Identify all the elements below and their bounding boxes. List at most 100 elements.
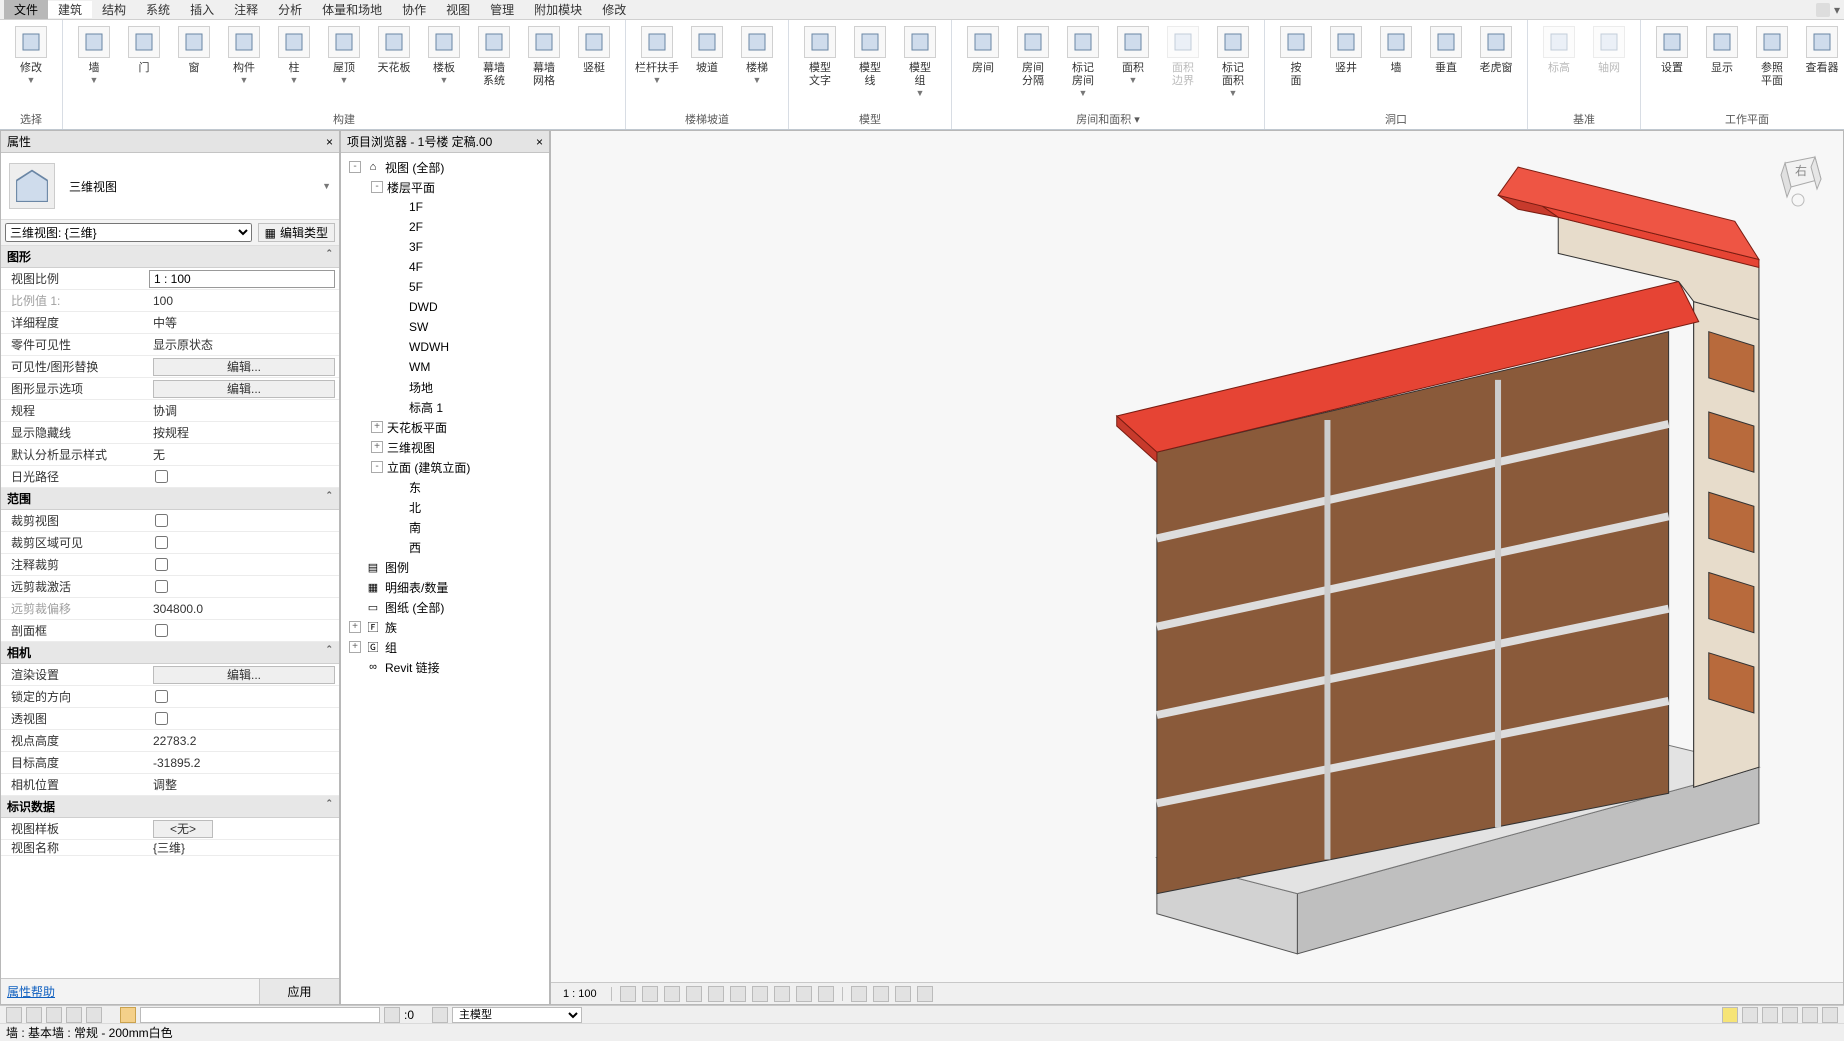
ribbon-room-sep-button[interactable]: 房间 分隔 bbox=[1008, 24, 1058, 109]
property-value[interactable]: 304800.0 bbox=[149, 602, 339, 616]
property-value[interactable]: 编辑... bbox=[149, 666, 339, 684]
select-links-icon[interactable] bbox=[6, 1007, 22, 1023]
select-face-icon[interactable] bbox=[66, 1007, 82, 1023]
menu-tab-管理[interactable]: 管理 bbox=[480, 1, 524, 18]
tree-node[interactable]: +🄶组 bbox=[343, 637, 547, 657]
tree-node[interactable]: WDWH bbox=[343, 337, 547, 357]
menu-tab-附加模块[interactable]: 附加模块 bbox=[524, 1, 592, 18]
ribbon-dormer-button[interactable]: 老虎窗 bbox=[1471, 24, 1521, 109]
type-selector-input[interactable] bbox=[140, 1007, 380, 1023]
properties-help-link[interactable]: 属性帮助 bbox=[1, 979, 259, 1004]
tree-node[interactable]: ∞Revit 链接 bbox=[343, 657, 547, 677]
detail-level-icon[interactable] bbox=[620, 986, 636, 1002]
ribbon-set-button[interactable]: 设置 bbox=[1647, 24, 1697, 109]
menu-tab-结构[interactable]: 结构 bbox=[92, 1, 136, 18]
viewport-3d[interactable]: 右 1 : 100 bbox=[550, 130, 1844, 1005]
menu-tab-视图[interactable]: 视图 bbox=[436, 1, 480, 18]
property-value[interactable] bbox=[149, 270, 335, 288]
ribbon-viewer-button[interactable]: 查看器 bbox=[1797, 24, 1844, 109]
tree-node[interactable]: 4F bbox=[343, 257, 547, 277]
ribbon-ref-plane-button[interactable]: 参照 平面 bbox=[1747, 24, 1797, 109]
drag-elements-icon[interactable] bbox=[86, 1007, 102, 1023]
property-value[interactable]: -31895.2 bbox=[149, 756, 339, 770]
ribbon-railing-button[interactable]: 栏杆扶手▼ bbox=[632, 24, 682, 109]
ribbon-shaft-button[interactable]: 竖井 bbox=[1321, 24, 1371, 109]
sun-path-icon[interactable] bbox=[664, 986, 680, 1002]
ribbon-wall-button[interactable]: 墙▼ bbox=[69, 24, 119, 109]
property-value[interactable] bbox=[149, 558, 339, 571]
analytical-icon[interactable] bbox=[873, 986, 889, 1002]
reveal-hidden-icon[interactable] bbox=[818, 986, 834, 1002]
crop-view-icon[interactable] bbox=[730, 986, 746, 1002]
view-scale-button[interactable]: 1 : 100 bbox=[557, 988, 603, 1000]
box-icon[interactable] bbox=[1816, 3, 1830, 17]
property-value[interactable]: 显示原状态 bbox=[149, 336, 339, 353]
ribbon-ramp-button[interactable]: 坡道 bbox=[682, 24, 732, 109]
property-category[interactable]: 范围⌃ bbox=[1, 488, 339, 510]
warnings-icon[interactable] bbox=[1722, 1007, 1738, 1023]
cloud-icon[interactable] bbox=[1822, 1007, 1838, 1023]
ribbon-door-button[interactable]: 门 bbox=[119, 24, 169, 109]
tree-node[interactable]: 2F bbox=[343, 217, 547, 237]
tree-node[interactable]: WM bbox=[343, 357, 547, 377]
sync-icon[interactable] bbox=[1802, 1007, 1818, 1023]
property-value[interactable] bbox=[149, 514, 339, 527]
workset-icon[interactable] bbox=[432, 1007, 448, 1023]
ribbon-curtain-system-button[interactable]: 幕墙 系统 bbox=[469, 24, 519, 109]
tree-node[interactable]: 东 bbox=[343, 477, 547, 497]
property-category[interactable]: 标识数据⌃ bbox=[1, 796, 339, 818]
property-value[interactable]: 调整 bbox=[149, 776, 339, 793]
properties-instance-select[interactable]: 三维视图: {三维} bbox=[5, 223, 252, 242]
property-value[interactable]: 无 bbox=[149, 446, 339, 463]
ribbon-show-button[interactable]: 显示 bbox=[1697, 24, 1747, 109]
panel-close-icon[interactable]: × bbox=[326, 135, 333, 149]
panel-close-icon[interactable]: × bbox=[536, 135, 543, 149]
editable-only-icon[interactable] bbox=[1742, 1007, 1758, 1023]
help-chevron-icon[interactable]: ▾ bbox=[1834, 3, 1840, 17]
ribbon-by-face-button[interactable]: 按 面 bbox=[1271, 24, 1321, 109]
temporary-hide-icon[interactable] bbox=[796, 986, 812, 1002]
design-options-icon[interactable] bbox=[1782, 1007, 1798, 1023]
ribbon-window-button[interactable]: 窗 bbox=[169, 24, 219, 109]
select-pinned-icon[interactable] bbox=[46, 1007, 62, 1023]
property-value[interactable]: 按规程 bbox=[149, 424, 339, 441]
ribbon-area-button[interactable]: 面积▼ bbox=[1108, 24, 1158, 109]
file-menu[interactable]: 文件 bbox=[4, 0, 48, 19]
menu-tab-分析[interactable]: 分析 bbox=[268, 1, 312, 18]
property-value[interactable]: 22783.2 bbox=[149, 734, 339, 748]
tree-node[interactable]: 1F bbox=[343, 197, 547, 217]
menu-tab-修改[interactable]: 修改 bbox=[592, 1, 636, 18]
ribbon-mullion-button[interactable]: 竖梃 bbox=[569, 24, 619, 109]
property-value[interactable]: 编辑... bbox=[149, 358, 339, 376]
join-icon[interactable] bbox=[384, 1007, 400, 1023]
tree-node[interactable]: -楼层平面 bbox=[343, 177, 547, 197]
properties-apply-button[interactable]: 应用 bbox=[259, 979, 339, 1004]
tree-node[interactable]: 3F bbox=[343, 237, 547, 257]
ribbon-room-button[interactable]: 房间 bbox=[958, 24, 1008, 109]
property-value[interactable] bbox=[149, 624, 339, 637]
property-value[interactable] bbox=[149, 712, 339, 725]
property-value[interactable] bbox=[149, 470, 339, 483]
property-value[interactable]: 协调 bbox=[149, 402, 339, 419]
property-value[interactable]: 100 bbox=[149, 294, 339, 308]
tree-node[interactable]: 北 bbox=[343, 497, 547, 517]
shadows-icon[interactable] bbox=[686, 986, 702, 1002]
tree-node[interactable]: 南 bbox=[343, 517, 547, 537]
expand-icon[interactable]: + bbox=[371, 441, 383, 453]
ribbon-model-group-button[interactable]: 模型 组▼ bbox=[895, 24, 945, 109]
highlight-icon[interactable] bbox=[917, 986, 933, 1002]
property-value[interactable]: 中等 bbox=[149, 314, 339, 331]
ribbon-stair-button[interactable]: 楼梯▼ bbox=[732, 24, 782, 109]
menu-tab-系统[interactable]: 系统 bbox=[136, 1, 180, 18]
property-category[interactable]: 图形⌃ bbox=[1, 246, 339, 268]
tree-node[interactable]: 西 bbox=[343, 537, 547, 557]
filter-icon[interactable] bbox=[120, 1007, 136, 1023]
tree-node[interactable]: +🄵族 bbox=[343, 617, 547, 637]
property-category[interactable]: 相机⌃ bbox=[1, 642, 339, 664]
ribbon-floor-button[interactable]: 楼板▼ bbox=[419, 24, 469, 109]
menu-tab-注释[interactable]: 注释 bbox=[224, 1, 268, 18]
ribbon-component-button[interactable]: 构件▼ bbox=[219, 24, 269, 109]
tree-node[interactable]: ▭图纸 (全部) bbox=[343, 597, 547, 617]
expand-icon[interactable]: + bbox=[371, 421, 383, 433]
properties-type-header[interactable]: 三维视图 ▼ bbox=[1, 153, 339, 220]
